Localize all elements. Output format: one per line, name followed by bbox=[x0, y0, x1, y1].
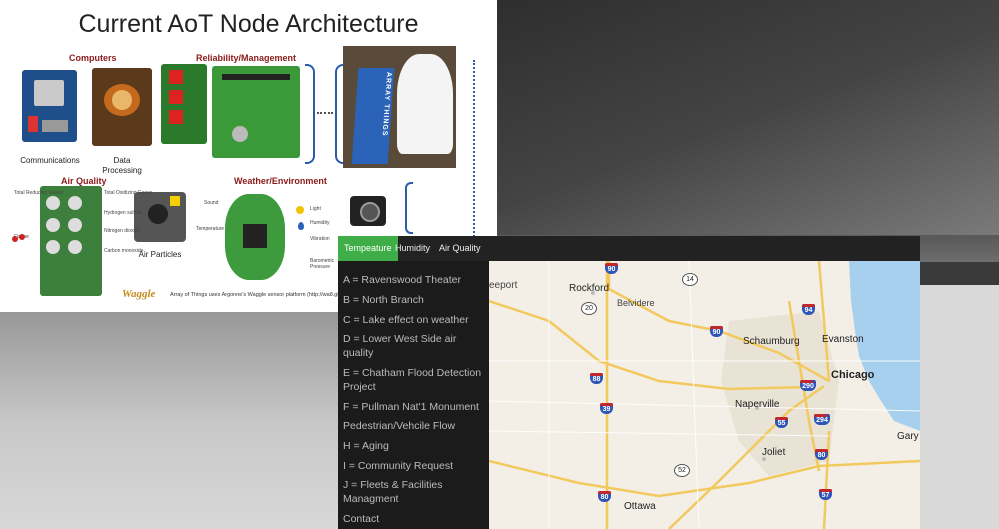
label-carbon-monoxide: Carbon monoxide bbox=[104, 248, 144, 254]
highway-i80 bbox=[489, 459, 920, 498]
interstate-80-shield: 80 bbox=[815, 449, 828, 460]
city-naperville: Naperville bbox=[735, 399, 780, 410]
bracket-camera bbox=[405, 182, 413, 234]
label-sound: Sound bbox=[204, 200, 219, 206]
droplet-icon bbox=[298, 222, 304, 230]
label-vibration: Vibration bbox=[310, 236, 330, 242]
sidebar-item-i[interactable]: I = Community Request bbox=[343, 460, 485, 474]
map-canvas bbox=[489, 261, 920, 529]
sidebar-item-b[interactable]: B = North Branch bbox=[343, 294, 485, 308]
molecule-icon bbox=[12, 234, 26, 242]
array-of-things-panel: ARRAY THINGS bbox=[351, 68, 395, 164]
city-evanston: Evanston bbox=[822, 334, 864, 345]
label-hydrogen-sulfide: Hydrogen sulfide bbox=[104, 210, 142, 216]
node-enclosure bbox=[397, 54, 453, 154]
city-schaumburg: Schaumburg bbox=[743, 336, 800, 347]
data-processing-board bbox=[92, 68, 152, 146]
interstate-80-shield: 80 bbox=[598, 491, 611, 502]
us-route-20-marker: 20 bbox=[581, 302, 597, 315]
tab-humidity[interactable]: Humidity bbox=[389, 236, 436, 261]
road-2 bbox=[489, 400, 920, 412]
lake-michigan bbox=[849, 261, 920, 431]
map-app: Tempeature Humidity Air Quality A = Rave… bbox=[338, 236, 920, 529]
label-light: Light bbox=[310, 206, 321, 212]
map-view[interactable]: eeport Rockford Belvidere Schaumburg Eva… bbox=[489, 261, 920, 529]
interstate-55-shield: 55 bbox=[775, 417, 788, 428]
slide-title: Current AoT Node Architecture bbox=[78, 10, 419, 38]
sidebar: A = Ravenswood Theater B = North Branch … bbox=[338, 261, 489, 529]
label-reducing-gases: Total Reducing Gases bbox=[14, 190, 63, 196]
sidebar-item-f[interactable]: F = Pullman Nat'1 Monument bbox=[343, 401, 485, 415]
city-rockford: Rockford bbox=[569, 283, 610, 294]
sidebar-item-g[interactable]: Pedestrian/Vehcile Flow bbox=[343, 420, 485, 434]
weather-board bbox=[225, 194, 285, 280]
sidebar-item-c[interactable]: C = Lake effect on weather bbox=[343, 314, 485, 328]
us-route-52-marker: 52 bbox=[674, 464, 690, 477]
sidebar-item-a[interactable]: A = Ravenswood Theater bbox=[343, 274, 485, 288]
communications-board bbox=[22, 70, 77, 142]
sidebar-item-contact[interactable]: Contact bbox=[343, 513, 485, 527]
city-joliet: Joliet bbox=[762, 447, 786, 458]
city-ottawa: Ottawa bbox=[624, 501, 656, 512]
interstate-94-shield: 94 bbox=[802, 304, 815, 315]
city-belvidere: Belvidere bbox=[617, 298, 655, 308]
sidebar-item-e[interactable]: E = Chatham Flood Detection Project bbox=[343, 367, 485, 394]
sidebar-item-h[interactable]: H = Aging bbox=[343, 440, 485, 454]
label-humidity: Humidity bbox=[310, 220, 330, 226]
label-oxidizing-gases: Total Oxidizing Gases bbox=[104, 190, 153, 196]
interstate-57-shield: 57 bbox=[819, 489, 832, 500]
tab-air-quality[interactable]: Air Quality bbox=[433, 236, 487, 261]
interstate-294-shield: 294 bbox=[814, 414, 830, 425]
footer-text: Array of Things uses Argonne's Waggle se… bbox=[170, 292, 341, 298]
air-quality-board bbox=[40, 186, 102, 296]
caption-data-processing: Data Processing bbox=[102, 156, 142, 175]
section-computers: Computers bbox=[69, 53, 117, 63]
section-air-quality: Air Quality bbox=[61, 176, 107, 186]
interstate-88-shield: 88 bbox=[590, 373, 603, 384]
label-nitrogen-dioxide: Nitrogen dioxide bbox=[104, 228, 141, 234]
background-panel-lower bbox=[920, 285, 999, 529]
node-photo: ARRAY THINGS bbox=[343, 46, 456, 168]
sidebar-item-d[interactable]: D = Lower West Side air quality bbox=[343, 333, 485, 360]
caption-communications: Communications bbox=[20, 156, 80, 165]
relay-board-small bbox=[161, 64, 207, 144]
bracket-right bbox=[305, 64, 315, 164]
interstate-39-shield: 39 bbox=[600, 403, 613, 414]
section-weather: Weather/Environment bbox=[234, 176, 327, 186]
interstate-90-shield: 90 bbox=[710, 326, 723, 337]
camera-module bbox=[350, 196, 386, 226]
interstate-90-shield: 90 bbox=[605, 263, 618, 274]
product-label: ARRAY THINGS bbox=[380, 72, 393, 137]
light-icon bbox=[296, 206, 304, 214]
background-panel bbox=[497, 0, 999, 235]
interstate-290-shield: 290 bbox=[800, 380, 816, 391]
background-band bbox=[920, 262, 999, 286]
city-chicago: Chicago bbox=[831, 369, 875, 381]
label-barometric: Barometric Pressure bbox=[310, 258, 335, 270]
city-freeport: eeport bbox=[489, 280, 518, 291]
sidebar-item-j[interactable]: J = Fleets & Facilities Managment bbox=[343, 479, 485, 506]
top-navbar: Tempeature Humidity Air Quality bbox=[338, 236, 920, 262]
waggle-logo: Waggle bbox=[122, 288, 156, 300]
label-temperature: Temperature bbox=[196, 226, 225, 232]
us-route-14-marker: 14 bbox=[682, 273, 698, 286]
dotted-connector bbox=[317, 112, 333, 114]
section-reliability: Reliability/Management bbox=[196, 53, 297, 63]
road-4 bbox=[688, 261, 700, 529]
air-particle-sensor bbox=[134, 192, 186, 242]
city-gary: Gary bbox=[897, 431, 919, 442]
management-board bbox=[212, 66, 300, 158]
